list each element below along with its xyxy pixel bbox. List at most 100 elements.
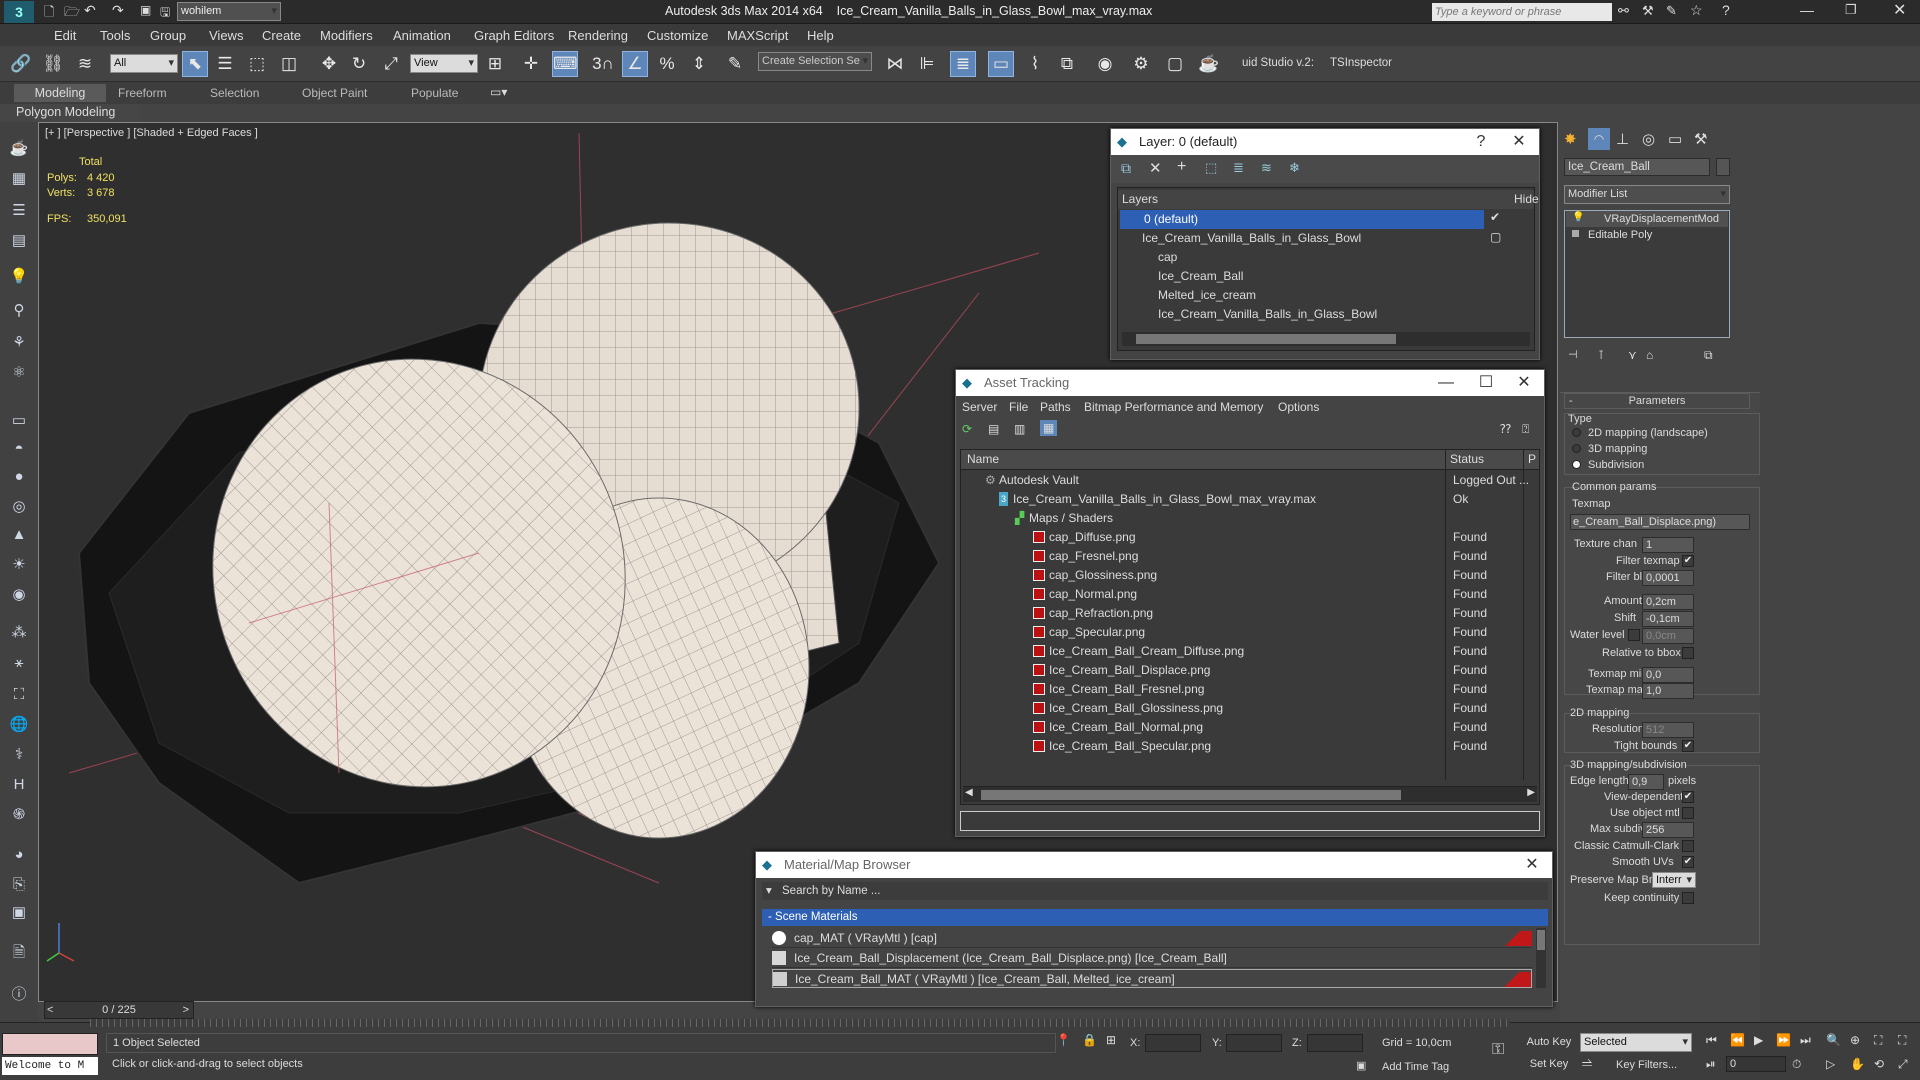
radio-subdivision[interactable] <box>1572 460 1581 469</box>
texture-chan-spinner[interactable]: 1 <box>1642 537 1694 553</box>
ribbon-tab-populate[interactable]: Populate <box>411 86 458 100</box>
y-coord-field[interactable] <box>1226 1034 1282 1052</box>
close-icon[interactable]: ✕ <box>1893 0 1906 20</box>
search-input[interactable]: Type a keyword or phrase <box>1432 3 1612 21</box>
configure-sets-icon[interactable]: ⧉ <box>1704 348 1713 363</box>
modifier-on-icon[interactable]: 💡 <box>1572 212 1584 223</box>
asset-menu-paths[interactable]: Paths <box>1040 400 1071 414</box>
name-column-header[interactable]: Name <box>967 450 999 469</box>
go-to-end-icon[interactable]: ⏭ <box>1800 1033 1811 1048</box>
list-icon[interactable]: ☰ <box>8 200 30 222</box>
menu-edit[interactable]: Edit <box>54 28 76 43</box>
sphere-icon[interactable]: ● <box>8 466 30 488</box>
layer-object-melted-ice-cream[interactable]: Melted_ice_cream <box>1118 286 1534 305</box>
move-icon[interactable]: ✥ <box>316 51 342 77</box>
grid-icon[interactable]: ▤ <box>8 230 30 252</box>
select-manipulate-icon[interactable]: ✛ <box>518 51 544 77</box>
radio-2d[interactable] <box>1572 428 1581 437</box>
particle-flow-icon[interactable]: ⚹ <box>8 652 30 674</box>
asset-close-icon[interactable]: ✕ <box>1506 370 1542 396</box>
menu-group[interactable]: Group <box>150 28 186 43</box>
curve-editor-icon[interactable]: ⌇ <box>1022 51 1048 77</box>
table-view-icon[interactable]: ▦ <box>1040 420 1058 436</box>
asset-minimize-icon[interactable]: — <box>1428 370 1464 396</box>
key-icon[interactable]: ⚿ <box>1492 1041 1504 1059</box>
redo-icon[interactable]: ↷ <box>112 2 124 19</box>
max-subdivs-spinner[interactable]: 256 <box>1642 822 1694 838</box>
parameters-header[interactable]: - Parameters <box>1564 393 1750 409</box>
layer-close-icon[interactable]: ✕ <box>1501 129 1537 155</box>
display-tab-icon[interactable]: ▭ <box>1668 130 1682 148</box>
z-coord-field[interactable] <box>1307 1034 1363 1052</box>
render-icon[interactable]: ▣ <box>8 902 30 924</box>
unlink-icon[interactable]: ⛓ <box>40 51 66 77</box>
mirror-icon[interactable]: ⋈ <box>882 51 908 77</box>
menu-views[interactable]: Views <box>209 28 243 43</box>
app-logo[interactable]: 3 <box>4 1 34 23</box>
asset-title-bar[interactable]: Asset Tracking ◆ — ☐ ✕ <box>956 370 1544 396</box>
asset-row[interactable]: ▞ Maps / Shaders <box>961 509 1539 528</box>
object-color-swatch[interactable] <box>1716 158 1730 176</box>
menu-modifiers[interactable]: Modifiers <box>320 28 373 43</box>
reactor-icon[interactable]: ⚛ <box>8 362 30 384</box>
utilities-tab-icon[interactable]: ⚒ <box>1694 130 1707 148</box>
radio-3d[interactable] <box>1572 444 1581 453</box>
save-icon[interactable]: 🖫 <box>160 3 170 24</box>
named-selection-dropdown[interactable]: Create Selection Se <box>758 52 872 71</box>
catmull-clark-checkbox[interactable] <box>1682 840 1694 852</box>
remove-modifier-icon[interactable]: ⌂ <box>1646 348 1653 362</box>
hierarchy-tab-icon[interactable]: ⊥ <box>1616 130 1629 148</box>
pin-stack-icon[interactable]: ⊣ <box>1568 348 1578 361</box>
hair-icon[interactable]: ⚕ <box>8 744 30 766</box>
menu-help[interactable]: Help <box>807 28 834 43</box>
asset-row[interactable]: Ice_Cream_Ball_Specular.png Found <box>961 737 1539 756</box>
field-of-view-icon[interactable]: ▷ <box>1826 1057 1835 1071</box>
box-icon[interactable]: ▦ <box>8 168 30 190</box>
teapot-icon[interactable]: ☕ <box>8 138 30 160</box>
menu-maxscript[interactable]: MAXScript <box>727 28 788 43</box>
asset-row[interactable]: Ice_Cream_Ball_Glossiness.png Found <box>961 699 1539 718</box>
scale-icon[interactable]: ⤢ <box>378 51 404 77</box>
tools-icon[interactable]: ⚒ <box>1642 3 1654 19</box>
favorites-star-icon[interactable]: ☆ <box>1690 2 1703 19</box>
refresh-icon[interactable]: ⟳ <box>962 422 972 436</box>
align-icon[interactable]: ⊫ <box>914 51 940 77</box>
layer-toggle-icon[interactable]: ▢ <box>1490 230 1501 244</box>
asset-menu-bitmap[interactable]: Bitmap Performance and Memory <box>1084 400 1263 414</box>
show-end-result-icon[interactable]: ⊺ <box>1598 348 1604 362</box>
shift-spinner[interactable]: -0,1cm <box>1642 611 1694 627</box>
play-icon[interactable]: ▶ <box>1754 1033 1763 1047</box>
viewport-label[interactable]: [+ ] [Perspective ] [Shaded + Edged Face… <box>45 127 258 139</box>
ribbon-panel-label[interactable]: Polygon Modeling <box>0 104 140 122</box>
object-name-field[interactable]: Ice_Cream_Ball <box>1564 158 1710 176</box>
list-view-icon[interactable]: ▤ <box>988 422 999 436</box>
layer-manager-icon[interactable]: ≣ <box>950 51 976 77</box>
maxscript-welcome[interactable]: Welcome to M <box>2 1057 98 1075</box>
asset-row[interactable]: cap_Refraction.png Found <box>961 604 1539 623</box>
light-icon[interactable]: 💡 <box>8 266 30 288</box>
help-icon[interactable]: ⁇ <box>1500 422 1511 436</box>
percent-snap-icon[interactable]: % <box>654 51 680 77</box>
time-config-icon[interactable]: ⏱ <box>1792 1057 1801 1072</box>
active-layer-check-icon[interactable]: ✔ <box>1490 210 1500 224</box>
set-key-button[interactable]: Set Key <box>1524 1055 1574 1073</box>
preserve-map-bnd-dropdown[interactable]: Interr <box>1652 872 1696 888</box>
edge-length-spinner[interactable]: 0,9 <box>1628 774 1664 790</box>
dome-icon[interactable]: ◓ <box>8 438 30 460</box>
set-key-icon[interactable]: ⥬ <box>1582 1055 1592 1071</box>
ribbon-toggle-icon[interactable]: ▭ <box>988 51 1014 77</box>
add-time-tag[interactable]: Add Time Tag <box>1382 1061 1449 1073</box>
maxscript-listener[interactable] <box>2 1033 98 1055</box>
help-button[interactable]: ? <box>1463 129 1499 155</box>
create-tab-icon[interactable]: ✸ <box>1564 130 1577 148</box>
absolute-mode-icon[interactable]: ⊞ <box>1106 1033 1116 1047</box>
ribbon-tab-selection[interactable]: Selection <box>210 86 259 100</box>
x-coord-field[interactable] <box>1145 1034 1201 1052</box>
select-in-layer-icon[interactable]: ⬚ <box>1205 160 1217 176</box>
layer-object-ice-cream-ball[interactable]: Ice_Cream_Ball <box>1118 267 1534 286</box>
hold-icon[interactable]: ▣ <box>140 3 151 17</box>
menu-tools[interactable]: Tools <box>100 28 130 43</box>
layer-dialog-title-bar[interactable]: Layer: 0 (default) ◆ ? ✕ <box>1111 129 1539 155</box>
rect-selection-icon[interactable]: ⬚ <box>244 51 270 77</box>
status-column-header[interactable]: Status <box>1445 450 1484 470</box>
